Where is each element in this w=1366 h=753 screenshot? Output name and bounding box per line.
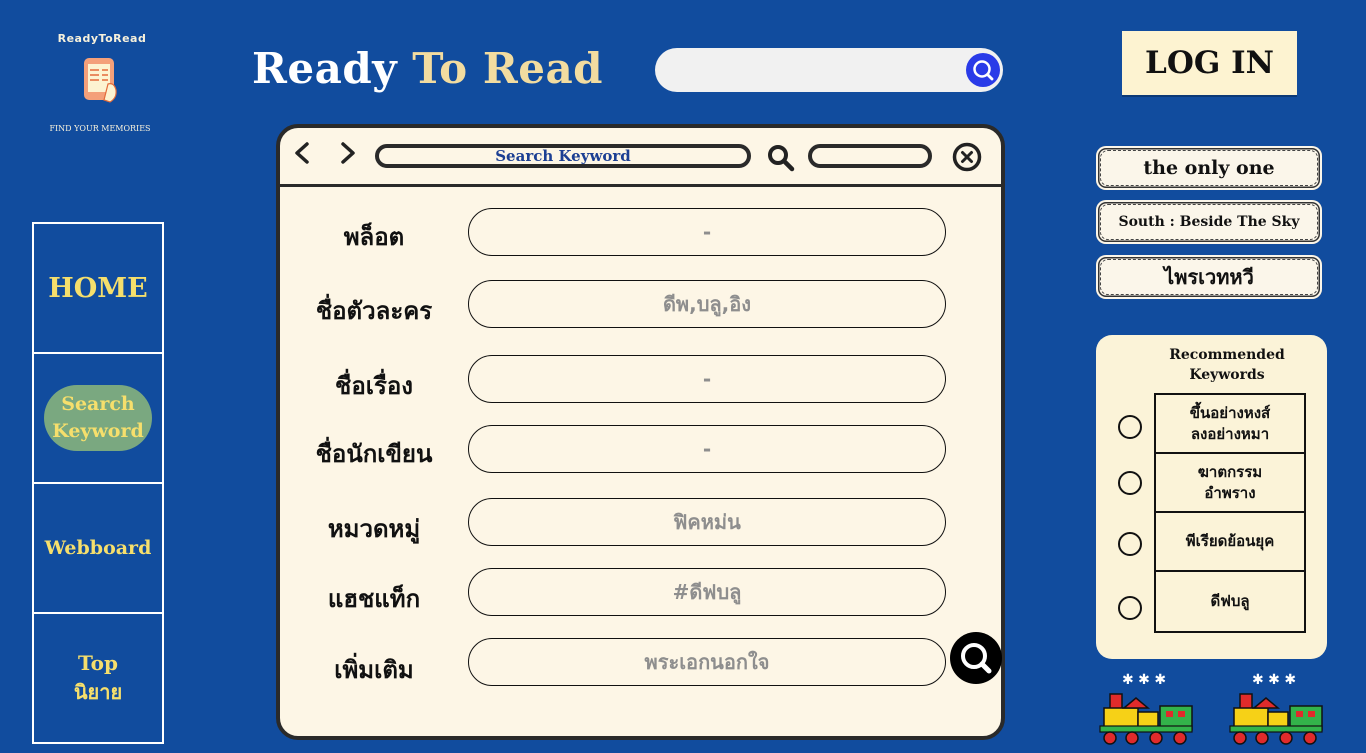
- recommended-item[interactable]: ขึ้นอย่างหงส์ ลงอย่างหมา: [1156, 395, 1304, 454]
- recommended-table: ขึ้นอย่างหงส์ ลงอย่างหมา ฆาตกรรม อำพราง …: [1154, 393, 1306, 633]
- svg-text:✱ ✱ ✱: ✱ ✱ ✱: [1122, 672, 1166, 688]
- chevron-right-icon[interactable]: [338, 142, 358, 164]
- recommended-item[interactable]: พีเรียดย้อนยุค: [1156, 513, 1304, 572]
- toy-train-icon: ✱ ✱ ✱: [1099, 672, 1193, 745]
- field-title[interactable]: -: [468, 355, 946, 403]
- radio-option-3[interactable]: [1118, 532, 1142, 556]
- recommended-item[interactable]: ฆาตกรรม อำพราง: [1156, 454, 1304, 513]
- nav-top-novels[interactable]: Top นิยาย: [32, 612, 164, 744]
- label-character-names: ชื่อตัวละคร: [315, 297, 433, 325]
- field-character-names[interactable]: ดีพ,บลู,อิง: [468, 280, 946, 328]
- submit-search-button[interactable]: [950, 632, 1002, 684]
- close-icon[interactable]: [952, 142, 982, 172]
- svg-text:✱ ✱ ✱: ✱ ✱ ✱: [1252, 672, 1296, 688]
- nav-home-label: HOME: [48, 272, 148, 304]
- recommended-item[interactable]: ดีฟบลู: [1156, 572, 1304, 631]
- nav-search-keyword[interactable]: Search Keyword: [32, 352, 164, 482]
- label-plot: พล็อต: [343, 223, 405, 251]
- search-icon[interactable]: [766, 143, 796, 173]
- recommended-title: Recommended Keywords: [1169, 347, 1285, 384]
- nav-active-pill: Search Keyword: [44, 385, 152, 451]
- logo-text: ReadyToRead: [57, 32, 147, 45]
- nav-home[interactable]: HOME: [32, 222, 164, 352]
- recent-keyword-1[interactable]: the only one: [1096, 146, 1322, 190]
- book-icon: ✦: [84, 58, 117, 103]
- radio-option-2[interactable]: [1118, 471, 1142, 495]
- search-keyword-window: Search Keyword พล็อต - ชื่อตัวละคร ดีพ,บ…: [276, 124, 1005, 740]
- toy-train-icon: ✱ ✱ ✱: [1229, 672, 1323, 745]
- window-toolbar: Search Keyword: [280, 128, 1001, 187]
- header-search-button[interactable]: [966, 53, 1000, 87]
- radio-option-4[interactable]: [1118, 596, 1142, 620]
- field-category[interactable]: ฟิคหม่น: [468, 498, 946, 546]
- field-author[interactable]: -: [468, 425, 946, 473]
- nav-webboard[interactable]: Webboard: [32, 482, 164, 612]
- field-more[interactable]: พระเอกนอกใจ: [468, 638, 946, 686]
- nav-webboard-label: Webboard: [44, 537, 152, 559]
- radio-option-1[interactable]: [1118, 415, 1142, 439]
- recommended-keywords-panel: Recommended Keywords ขึ้นอย่างหงส์ ลงอย่…: [1096, 335, 1327, 659]
- address-bar[interactable]: Search Keyword: [375, 144, 751, 168]
- logo-tagline: FIND YOUR MEMORIES: [49, 124, 151, 133]
- recent-keyword-2[interactable]: South : Beside The Sky: [1096, 200, 1322, 244]
- header-search-input[interactable]: [673, 56, 957, 84]
- login-button[interactable]: LOG IN: [1122, 31, 1297, 95]
- site-title-part1: Ready: [252, 44, 398, 93]
- recent-keyword-label: South : Beside The Sky: [1100, 204, 1318, 240]
- nav-top-novels-label: Top นิยาย: [73, 651, 123, 704]
- label-hashtag: แฮชแท็ก: [327, 585, 421, 613]
- search-icon: [961, 643, 992, 674]
- nav-search-keyword-label: Search Keyword: [52, 393, 144, 442]
- label-category: หมวดหมู่: [327, 515, 421, 543]
- label-more: เพิ่มเติม: [334, 656, 414, 684]
- site-logo[interactable]: ReadyToRead ✦ FIND YOUR MEMORIES: [40, 28, 160, 140]
- site-title: Ready To Read: [252, 44, 603, 93]
- header-search-bar: [655, 48, 1003, 92]
- recent-keyword-3[interactable]: ไพรเวทหวี: [1096, 255, 1322, 299]
- label-author: ชื่อนักเขียน: [315, 440, 433, 468]
- search-icon: [973, 60, 994, 81]
- chevron-left-icon[interactable]: [292, 142, 312, 164]
- recent-keyword-label: the only one: [1100, 150, 1318, 186]
- label-title: ชื่อเรื่อง: [335, 372, 413, 400]
- field-hashtag[interactable]: #ดีฟบลู: [468, 568, 946, 616]
- field-plot[interactable]: -: [468, 208, 946, 256]
- sidebar-nav: HOME Search Keyword Webboard Top นิยาย: [32, 222, 164, 744]
- site-title-part2: To Read: [412, 44, 604, 93]
- recent-keyword-label: ไพรเวทหวี: [1100, 259, 1318, 295]
- toolbar-field[interactable]: [808, 144, 932, 168]
